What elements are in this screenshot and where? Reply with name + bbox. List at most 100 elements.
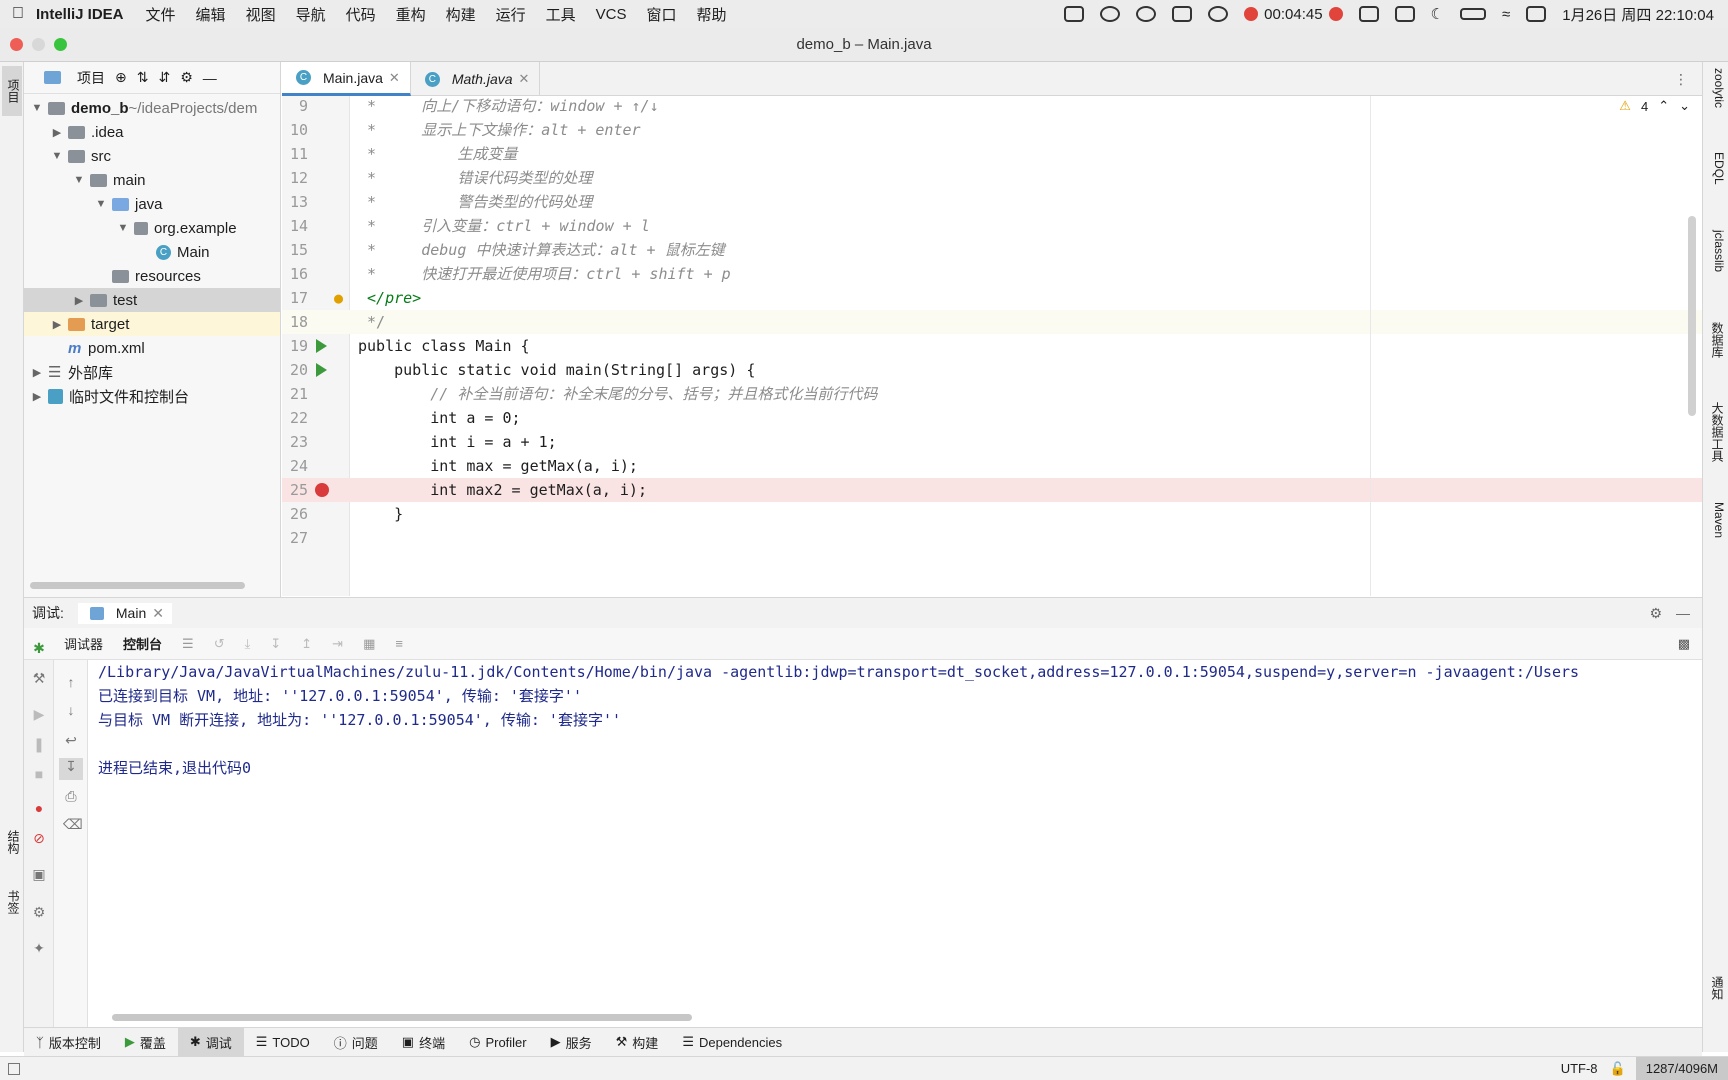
zoom-window-button[interactable] [54,38,67,51]
evaluate-icon[interactable]: ▦ [363,636,375,652]
menu-tools[interactable]: 工具 [546,4,576,25]
moon-icon[interactable]: ☾ [1431,5,1444,23]
code-line[interactable]: 15 * debug 中快速计算表达式：alt + 鼠标左键 [282,238,1702,262]
menu-edit[interactable]: 编辑 [196,4,226,25]
tree-item-demo-b[interactable]: ▼ demo_b ~/ideaProjects/dem [24,96,280,120]
tree-item-idea[interactable]: ▶ .idea [24,120,280,144]
code-line[interactable]: 17 ● </pre> [282,286,1702,310]
code-line[interactable]: 16 * 快速打开最近使用项目：ctrl + shift + p [282,262,1702,286]
code-line[interactable]: 19 public class Main { [282,334,1702,358]
code-line[interactable]: 27 [282,526,1702,550]
show-execution-point-icon[interactable]: ↺ [214,636,225,652]
chevron-right-icon[interactable]: ▶ [50,126,64,139]
tool-window-edql[interactable]: EDQL [1706,152,1726,192]
panel-toggle-icon[interactable] [8,1062,20,1075]
apple-icon[interactable]:  [0,5,36,23]
tree-item-main-class[interactable]: C Main [24,240,280,264]
tab-console[interactable]: 控制台 [123,634,162,653]
chevron-right-icon[interactable]: ▶ [30,366,44,379]
menubar-status-icon[interactable] [1064,6,1085,22]
debug-session-tab[interactable]: Main ✕ [77,602,172,624]
gear-icon[interactable]: ⚙ [180,69,193,86]
pause-icon[interactable]: ❚ [31,736,47,752]
run-to-cursor-icon[interactable]: ⇥ [332,636,343,652]
code-line[interactable]: 11 * 生成变量 [282,142,1702,166]
more-tabs-icon[interactable]: ⋮ [1674,62,1702,95]
chevron-down-icon[interactable]: ▼ [30,102,44,114]
tool-window-jclasslib[interactable]: jclasslib [1706,230,1726,290]
resume-icon[interactable]: ▶ [31,706,47,722]
chevron-right-icon[interactable]: ▶ [50,318,64,331]
down-arrow-icon[interactable]: ↓ [63,702,79,718]
control-center-icon[interactable] [1526,6,1547,22]
breakpoint-icon[interactable] [315,483,329,497]
wifi-icon[interactable]: ≈ [1502,6,1510,23]
settings-icon[interactable]: ⚙ [31,904,47,920]
tree-item-org-example[interactable]: ▼ org.example [24,216,280,240]
tree-item-pom[interactable]: m pom.xml [24,336,280,360]
tool-window-big-data-tools[interactable]: 大数据工具 [1706,402,1726,472]
chevron-right-icon[interactable]: ▶ [30,390,44,403]
tool-window-project[interactable]: 项目 [2,66,22,116]
code-line-current[interactable]: 18 */ [282,310,1702,334]
trace-icon[interactable]: ≡ [395,636,403,651]
app-name-menu[interactable]: IntelliJ IDEA [36,6,124,23]
tree-item-resources[interactable]: resources [24,264,280,288]
screen-recording-indicator[interactable]: 00:04:45 [1244,6,1343,23]
tool-build[interactable]: ⚒ 构建 [604,1028,671,1057]
pause-recording-icon[interactable] [1328,7,1343,21]
chevron-down-icon[interactable]: ▼ [94,198,108,210]
run-icon[interactable] [316,339,327,353]
tool-window-bookmarks[interactable]: 书签 [2,882,22,922]
app-status-icon[interactable] [1136,6,1157,22]
code-line[interactable]: 21 // 补全当前语句：补全末尾的分号、括号；并且格式化当前行代码 [282,382,1702,406]
gear-icon[interactable]: ⚙ [1649,605,1662,622]
close-window-button[interactable] [10,38,23,51]
tool-terminal[interactable]: ▣ 终端 [390,1028,457,1057]
run-icon[interactable] [316,363,327,377]
menu-window[interactable]: 窗口 [647,4,677,25]
code-line[interactable]: 24 int max = getMax(a, i); [282,454,1702,478]
tool-problems[interactable]: ⓘ 问题 [322,1028,390,1057]
menu-help[interactable]: 帮助 [697,4,727,25]
hide-icon[interactable]: — [203,70,217,86]
code-line[interactable]: 10 * 显示上下文操作：alt + enter [282,118,1702,142]
menu-vcs[interactable]: VCS [596,6,627,23]
tree-item-scratches[interactable]: ▶ 临时文件和控制台 [24,384,280,408]
chevron-down-icon[interactable]: ▼ [116,222,130,234]
tool-version-control[interactable]: ᛉ 版本控制 [24,1028,113,1057]
code-line[interactable]: 20 public static void main(String[] args… [282,358,1702,382]
tool-debug[interactable]: ✱ 调试 [177,1027,244,1057]
up-arrow-icon[interactable]: ↑ [63,674,79,690]
tool-dependencies[interactable]: ☰ Dependencies [670,1028,794,1057]
camera-icon[interactable]: ▣ [31,866,47,882]
menu-run[interactable]: 运行 [496,4,526,25]
minimize-window-button[interactable] [32,38,45,51]
console-horizontal-scrollbar[interactable] [112,1014,692,1021]
print-icon[interactable]: ⎙ [63,788,79,804]
code-line[interactable]: 13 * 警告类型的代码处理 [282,190,1702,214]
stop-icon[interactable]: ■ [31,766,47,782]
code-line[interactable]: 14 * 引入变量：ctrl + window + l [282,214,1702,238]
tree-item-main[interactable]: ▼ main [24,168,280,192]
menu-navigate[interactable]: 导航 [296,4,326,25]
menu-code[interactable]: 代码 [346,4,376,25]
tool-window-zoolytic[interactable]: zoolytic [1706,68,1726,128]
code-line-breakpoint[interactable]: 25 int max2 = getMax(a, i); [282,478,1702,502]
tool-profiler[interactable]: ◷ Profiler [457,1028,539,1057]
chevron-down-icon[interactable]: ▼ [50,150,64,162]
hide-icon[interactable]: — [1676,605,1702,621]
chat-icon[interactable] [1172,6,1193,22]
soft-wrap-icon[interactable]: ↩ [63,732,79,748]
tool-coverage[interactable]: ▶ 覆盖 [113,1028,178,1057]
expand-all-icon[interactable]: ⇅ [137,69,149,86]
code-line[interactable]: 9 * 向上/下移动语句：window + ↑/↓ [282,96,1702,118]
tool-window-notifications[interactable]: 通知 [1706,976,1726,1006]
code-editor[interactable]: ⚠ 4 ⌃ ⌄ 9 * 向上/下移动语句：window + ↑/↓ 10 * 显… [282,96,1702,596]
tree-item-src[interactable]: ▼ src [24,144,280,168]
tree-item-target[interactable]: ▶ target [24,312,280,336]
lightbulb-icon[interactable]: ● [334,286,343,310]
tool-window-database[interactable]: 数据库 [1706,322,1726,362]
tool-services[interactable]: ▶ 服务 [539,1028,604,1057]
tab-debugger[interactable]: 调试器 [64,634,103,653]
